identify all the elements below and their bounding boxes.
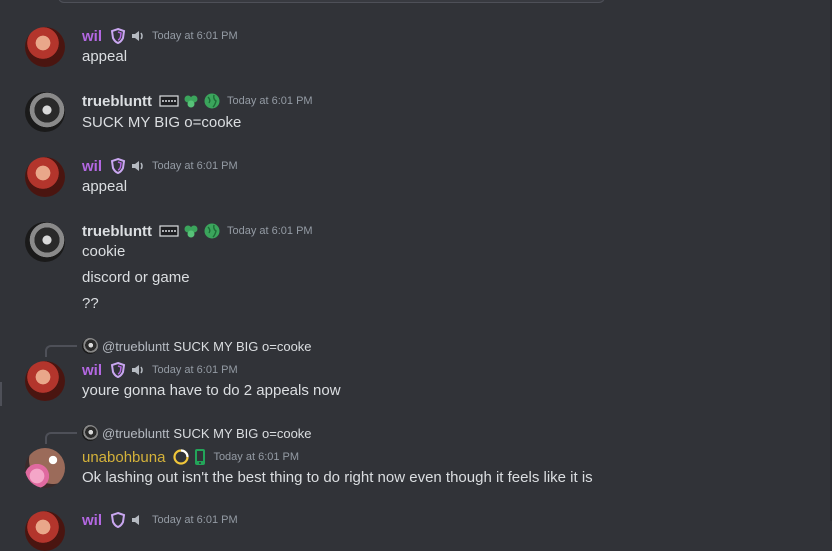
reply-text[interactable]: SUCK MY BIG o=cooke bbox=[173, 426, 311, 441]
message-header: wil Today at 6:01 PM bbox=[82, 360, 238, 380]
speaker-icon[interactable] bbox=[130, 158, 146, 174]
shield-badge-icon[interactable] bbox=[109, 511, 127, 529]
reply-preview[interactable]: @truebluntt SUCK MY BIG o=cooke bbox=[82, 337, 312, 355]
reply-avatar[interactable] bbox=[82, 425, 98, 441]
username[interactable]: wil bbox=[82, 158, 102, 175]
message-header: wil Today at 6:01 PM bbox=[82, 510, 238, 530]
unread-indicator bbox=[0, 382, 2, 406]
username[interactable]: wil bbox=[82, 362, 102, 379]
globe-icon[interactable] bbox=[203, 222, 221, 240]
reply-text[interactable]: SUCK MY BIG o=cooke bbox=[173, 339, 311, 354]
timestamp: Today at 6:01 PM bbox=[213, 451, 300, 463]
message-input-edge bbox=[58, 0, 605, 3]
message-text: youre gonna have to do 2 appeals now bbox=[82, 382, 341, 399]
timestamp: Today at 6:01 PM bbox=[152, 160, 238, 172]
ring-badge-icon[interactable] bbox=[172, 448, 190, 466]
reply-preview[interactable]: @truebluntt SUCK MY BIG o=cooke bbox=[82, 424, 312, 442]
reply-username[interactable]: @truebluntt bbox=[102, 426, 169, 441]
message-text: cookie bbox=[82, 243, 126, 260]
message-text: ?? bbox=[82, 295, 99, 312]
timestamp: Today at 6:01 PM bbox=[152, 30, 238, 42]
timestamp: Today at 6:01 PM bbox=[152, 514, 238, 526]
mobile-icon[interactable] bbox=[193, 448, 207, 466]
globe-icon[interactable] bbox=[203, 92, 221, 110]
avatar[interactable] bbox=[25, 361, 65, 401]
username[interactable]: wil bbox=[82, 28, 102, 45]
message-header: wil Today at 6:01 PM bbox=[82, 156, 238, 176]
speaker-icon[interactable] bbox=[130, 362, 146, 378]
reply-username[interactable]: @truebluntt bbox=[102, 339, 169, 354]
avatar[interactable] bbox=[25, 222, 65, 262]
shield-badge-icon[interactable] bbox=[109, 157, 127, 175]
message-header: wil Today at 6:01 PM bbox=[82, 26, 238, 46]
avatar[interactable] bbox=[25, 27, 65, 67]
message-text: SUCK MY BIG o=cooke bbox=[82, 114, 242, 131]
message-text: discord or game bbox=[82, 269, 190, 286]
avatar[interactable] bbox=[25, 157, 65, 197]
message-text: Ok lashing out isn't the best thing to d… bbox=[82, 469, 593, 486]
username[interactable]: truebluntt bbox=[82, 223, 152, 240]
leaf-badge-icon[interactable] bbox=[182, 222, 200, 240]
reply-avatar[interactable] bbox=[82, 338, 98, 354]
message-text: appeal bbox=[82, 178, 128, 195]
shield-badge-icon[interactable] bbox=[109, 361, 127, 379]
username[interactable]: wil bbox=[82, 512, 102, 529]
flag-badge-icon[interactable] bbox=[159, 224, 179, 238]
username[interactable]: unabohbuna bbox=[82, 449, 165, 466]
message-header: truebluntt Today at 6:01 PM bbox=[82, 91, 313, 111]
shield-badge-icon[interactable] bbox=[109, 27, 127, 45]
message-header: truebluntt Today at 6:01 PM bbox=[82, 221, 313, 241]
avatar[interactable] bbox=[25, 511, 65, 551]
message-text: appeal bbox=[82, 48, 128, 65]
timestamp: Today at 6:01 PM bbox=[226, 95, 313, 107]
flag-badge-icon[interactable] bbox=[159, 94, 179, 108]
reply-spine bbox=[45, 345, 77, 357]
reply-spine bbox=[45, 432, 77, 444]
timestamp: Today at 6:01 PM bbox=[226, 225, 313, 237]
message-header: unabohbuna Today at 6:01 PM bbox=[82, 447, 299, 467]
speaker-icon[interactable] bbox=[130, 512, 146, 528]
speaker-icon[interactable] bbox=[130, 28, 146, 44]
timestamp: Today at 6:01 PM bbox=[152, 364, 238, 376]
username[interactable]: truebluntt bbox=[82, 93, 152, 110]
leaf-badge-icon[interactable] bbox=[182, 92, 200, 110]
avatar[interactable] bbox=[25, 448, 65, 488]
avatar[interactable] bbox=[25, 92, 65, 132]
